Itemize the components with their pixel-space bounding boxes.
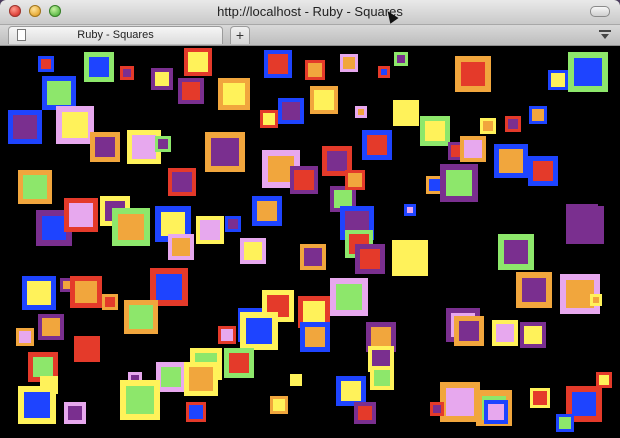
squares-canvas[interactable] bbox=[0, 46, 620, 438]
square bbox=[290, 374, 302, 386]
title-bar: http://localhost - Ruby - Squares bbox=[0, 0, 620, 25]
square bbox=[370, 366, 394, 390]
square bbox=[484, 400, 508, 424]
square bbox=[355, 106, 367, 118]
square bbox=[38, 56, 54, 72]
square bbox=[74, 336, 100, 362]
square bbox=[64, 198, 98, 232]
square bbox=[455, 56, 491, 92]
square bbox=[84, 52, 114, 82]
square bbox=[218, 78, 250, 110]
square bbox=[8, 110, 42, 144]
square bbox=[498, 234, 534, 270]
square bbox=[556, 414, 574, 432]
square bbox=[494, 144, 528, 178]
square bbox=[440, 382, 480, 422]
square bbox=[440, 164, 478, 202]
square bbox=[520, 322, 546, 348]
square bbox=[330, 278, 368, 316]
square bbox=[460, 136, 486, 162]
tab-overflow-menu-icon[interactable] bbox=[598, 28, 612, 42]
square bbox=[240, 312, 278, 350]
square bbox=[205, 132, 245, 172]
square bbox=[300, 322, 330, 352]
browser-window: http://localhost - Ruby - Squares Ruby -… bbox=[0, 0, 620, 438]
square bbox=[38, 314, 64, 340]
square bbox=[590, 294, 602, 306]
square bbox=[18, 170, 52, 204]
square bbox=[530, 388, 550, 408]
square bbox=[528, 156, 558, 186]
square bbox=[64, 402, 86, 424]
tab-bar: Ruby - Squares + bbox=[0, 25, 620, 46]
square bbox=[186, 402, 206, 422]
square bbox=[168, 168, 196, 196]
window-title: http://localhost - Ruby - Squares bbox=[217, 4, 403, 19]
square bbox=[310, 86, 338, 114]
square bbox=[505, 116, 521, 132]
square bbox=[392, 240, 428, 276]
square bbox=[340, 54, 358, 72]
square bbox=[354, 402, 376, 424]
square bbox=[548, 70, 568, 90]
square bbox=[568, 52, 608, 92]
square bbox=[224, 348, 254, 378]
square bbox=[264, 50, 292, 78]
square bbox=[155, 136, 171, 152]
square bbox=[90, 132, 120, 162]
square bbox=[218, 326, 236, 344]
square bbox=[394, 52, 408, 66]
square bbox=[378, 66, 390, 78]
square bbox=[120, 66, 134, 80]
square bbox=[18, 386, 56, 424]
square bbox=[596, 372, 612, 388]
square bbox=[168, 234, 194, 260]
square bbox=[260, 110, 278, 128]
new-tab-button[interactable]: + bbox=[230, 26, 250, 44]
square bbox=[184, 362, 218, 396]
square bbox=[42, 76, 76, 110]
square bbox=[22, 276, 56, 310]
square bbox=[225, 216, 241, 232]
square bbox=[184, 48, 212, 76]
square bbox=[420, 116, 450, 146]
square bbox=[355, 244, 385, 274]
square bbox=[404, 204, 416, 216]
square bbox=[196, 216, 224, 244]
square bbox=[492, 320, 518, 346]
square bbox=[454, 316, 484, 346]
square bbox=[345, 170, 365, 190]
square bbox=[102, 294, 118, 310]
square bbox=[56, 106, 94, 144]
square bbox=[70, 276, 102, 308]
square bbox=[362, 130, 392, 160]
toolbar-toggle-button[interactable] bbox=[590, 6, 610, 17]
square bbox=[252, 196, 282, 226]
square bbox=[430, 402, 444, 416]
square bbox=[566, 206, 604, 244]
square bbox=[393, 100, 419, 126]
square bbox=[290, 166, 318, 194]
square bbox=[300, 244, 326, 270]
square bbox=[529, 106, 547, 124]
square bbox=[305, 60, 325, 80]
square bbox=[120, 380, 160, 420]
square bbox=[124, 300, 158, 334]
square bbox=[16, 328, 34, 346]
tab-label: Ruby - Squares bbox=[77, 29, 154, 41]
square bbox=[151, 68, 173, 90]
square bbox=[516, 272, 552, 308]
square bbox=[178, 78, 204, 104]
square bbox=[112, 208, 150, 246]
square bbox=[156, 362, 186, 392]
tab-ruby-squares[interactable]: Ruby - Squares bbox=[8, 26, 223, 44]
square bbox=[278, 98, 304, 124]
square bbox=[240, 238, 266, 264]
square bbox=[270, 396, 288, 414]
square bbox=[480, 118, 496, 134]
